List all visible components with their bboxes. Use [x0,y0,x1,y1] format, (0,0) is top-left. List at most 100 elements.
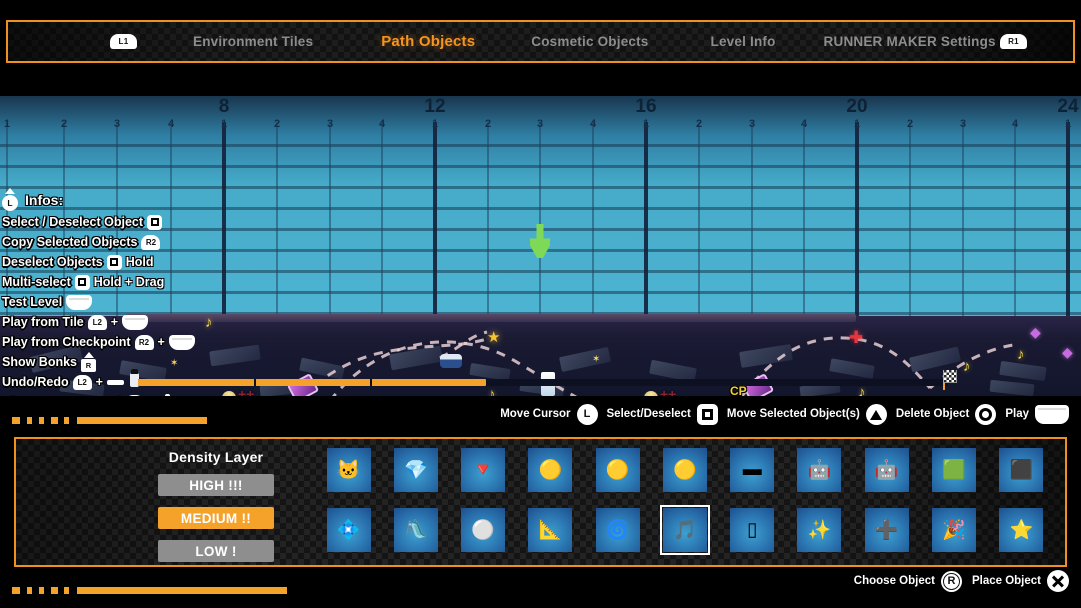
info-row-label: Play from Checkpoint [2,335,131,349]
palette-tile-gold-star[interactable]: ⭐ [999,508,1044,552]
beat-ruler: 8 12 16 20 24 1 2 3 4 1 2 3 4 1 2 3 4 1 2 3 4 1 2 3 4 1 [0,96,1081,130]
palette-tile-pink-swirl-trail[interactable]: 🌀 [595,508,640,552]
palette-tile-gold-sparkle-block[interactable]: ✨ [797,508,842,552]
ruler-minor-tick: 4 [167,118,175,130]
timeline-track[interactable] [138,379,948,386]
palette-cell: 🎵 [651,505,718,555]
measure-line [222,122,226,320]
palette-tile-cat-creature[interactable]: 🐱 [326,448,371,492]
palette-tile-orange-launch-ramp[interactable]: 📐 [528,508,573,552]
placed-star[interactable]: ★ [487,328,500,346]
palette-tile-confetti-cannon[interactable]: 🎉 [932,508,977,552]
measure-line [855,122,859,320]
info-row: Play from Tile L2 + [2,312,195,332]
info-row: Test Level [2,292,195,312]
pink-ball-curve-icon: ⚪ [471,520,495,541]
palette-tile-green-block[interactable]: 🟩 [932,448,977,492]
tab-path-objects[interactable]: Path Objects [381,33,475,50]
palette-tile-blue-dash-arrow[interactable]: 💠 [326,508,371,552]
r2-trigger-icon: R2 [141,234,161,250]
control-move-objects[interactable]: Move Selected Object(s) [727,403,887,425]
placed-crystal[interactable]: ◆ [1030,324,1041,341]
palette-cell: ⬛ [988,448,1055,492]
triangle-button-icon [865,403,887,425]
palette-tile-pink-ramp-left[interactable]: 🛝 [393,508,438,552]
info-row-label: Play from Tile [2,315,84,329]
object-palette-grid[interactable]: 🐱 💎 🔻 🟡 🟡 🟡 ▬ 🤖 🤖 🟩 ⬛ 💠 🛝 ⚪ 📐 🌀 🎵 ▯ ✨ ➕ 🎉 ⭐ [315,448,1055,568]
control-move-cursor[interactable]: Move Cursor L [500,403,598,425]
dpad-horizontal-icon [106,374,124,390]
palette-tile-pink-platform[interactable]: ▬ [730,448,775,492]
placed-crystal[interactable]: ◆ [1062,344,1073,361]
robot-bot-a-icon: 🤖 [807,460,832,481]
ruler-minor-tick: 1 [431,118,439,130]
palette-tile-gold-ring-b[interactable]: 🟡 [595,448,640,492]
top-navigation-bar: L1 Environment Tiles Path Objects Cosmet… [6,20,1075,63]
square-button-icon [74,274,90,290]
palette-tile-hanging-spike[interactable]: 🔻 [461,448,506,492]
palette-row: 🐱 💎 🔻 🟡 🟡 🟡 ▬ 🤖 🤖 🟩 ⬛ [315,448,1055,492]
level-editor-canvas[interactable]: 8 12 16 20 24 1 2 3 4 1 2 3 4 1 2 3 4 1 2 3 4 1 2 3 4 1 ++ ++ ♪ ♪ ♪ ♪ ♪… [0,96,1081,396]
control-delete-object[interactable]: Delete Object [896,403,997,425]
control-choose-object[interactable]: Choose Object R [854,570,962,592]
palette-tile-robot-bot-a[interactable]: 🤖 [797,448,842,492]
measure-line [276,122,278,320]
tab-runner-maker-settings[interactable]: RUNNER MAKER Settings [824,34,996,49]
control-play-label: Play [1005,408,1029,420]
info-row-suffix: Hold [125,255,154,269]
object-picker-panel: Density Layer HIGH !!! MEDIUM !! LOW ! 🐱… [14,437,1067,567]
plus-separator: + [157,335,165,349]
placed-music-note[interactable]: ♪ [1017,346,1025,363]
placed-sparkle[interactable]: ✶ [592,354,600,365]
chevron-up-icon [83,352,94,358]
gold-ring-c-icon: 🟡 [673,460,697,481]
palette-tile-robot-bot-b[interactable]: 🤖 [864,448,909,492]
info-row: Change Zoom LevelL2 + [2,392,195,396]
ruler-minor-tick: 3 [536,118,544,130]
palette-tile-crystal-shard[interactable]: 💎 [393,448,438,492]
palette-tile-black-block[interactable]: ⬛ [999,448,1044,492]
tab-cosmetic-objects[interactable]: Cosmetic Objects [531,34,648,49]
palette-cell: 🟩 [920,448,987,492]
palette-tile-white-pillar[interactable]: ▯ [730,508,775,552]
density-option-high[interactable]: HIGH !!! [158,474,274,496]
tab-environment-tiles[interactable]: Environment Tiles [193,34,313,49]
control-place-object-label: Place Object [971,575,1041,587]
tab-level-info[interactable]: Level Info [711,34,776,49]
measure-line [909,122,911,320]
ruler-minor-tick: 2 [60,118,68,130]
l1-bumper-icon[interactable]: L1 [110,34,137,49]
placed-red-cross-pad[interactable]: ✚ [849,328,863,348]
plus-separator: + [110,315,119,329]
palette-tile-gold-ring-c[interactable]: 🟡 [662,448,707,492]
measure-line [751,122,753,320]
control-select-deselect[interactable]: Select/Deselect [607,403,718,425]
density-option-medium[interactable]: MEDIUM !! [158,507,274,529]
placed-music-note[interactable]: ♪ [205,314,213,331]
gold-ring-b-icon: 🟡 [605,460,630,481]
ruler-minor-tick: 4 [378,118,386,130]
palette-tile-music-note[interactable]: 🎵 [659,505,710,555]
control-play[interactable]: Play [1005,404,1069,424]
palette-tile-red-cross-pad[interactable]: ➕ [864,508,909,552]
square-button-icon [106,254,122,270]
info-row-label: Change Zoom Level [2,395,121,396]
placed-robot-bot[interactable] [440,354,462,368]
palette-tile-pink-ball-curve[interactable]: ⚪ [461,508,506,552]
decor-bar-top [12,417,207,424]
r1-bumper-icon[interactable]: R1 [1000,34,1027,49]
palette-cell: ✨ [786,508,853,552]
info-row-label: Copy Selected Objects [2,235,138,249]
control-place-object[interactable]: Place Object [972,570,1069,592]
touchpad-button-icon [122,314,149,330]
density-option-low[interactable]: LOW ! [158,540,274,562]
measure-line [1066,122,1070,320]
right-stick-press-icon: R [81,359,97,372]
timeline-finish-flag-icon [944,370,957,383]
palette-tile-gold-ring-a[interactable]: 🟡 [528,448,573,492]
palette-cell: 🎉 [920,508,987,552]
palette-cell: 🤖 [786,448,853,492]
gold-star-icon: ⭐ [1009,520,1034,541]
palette-cell: 🛝 [382,508,449,552]
orange-launch-ramp-icon: 📐 [538,520,563,541]
